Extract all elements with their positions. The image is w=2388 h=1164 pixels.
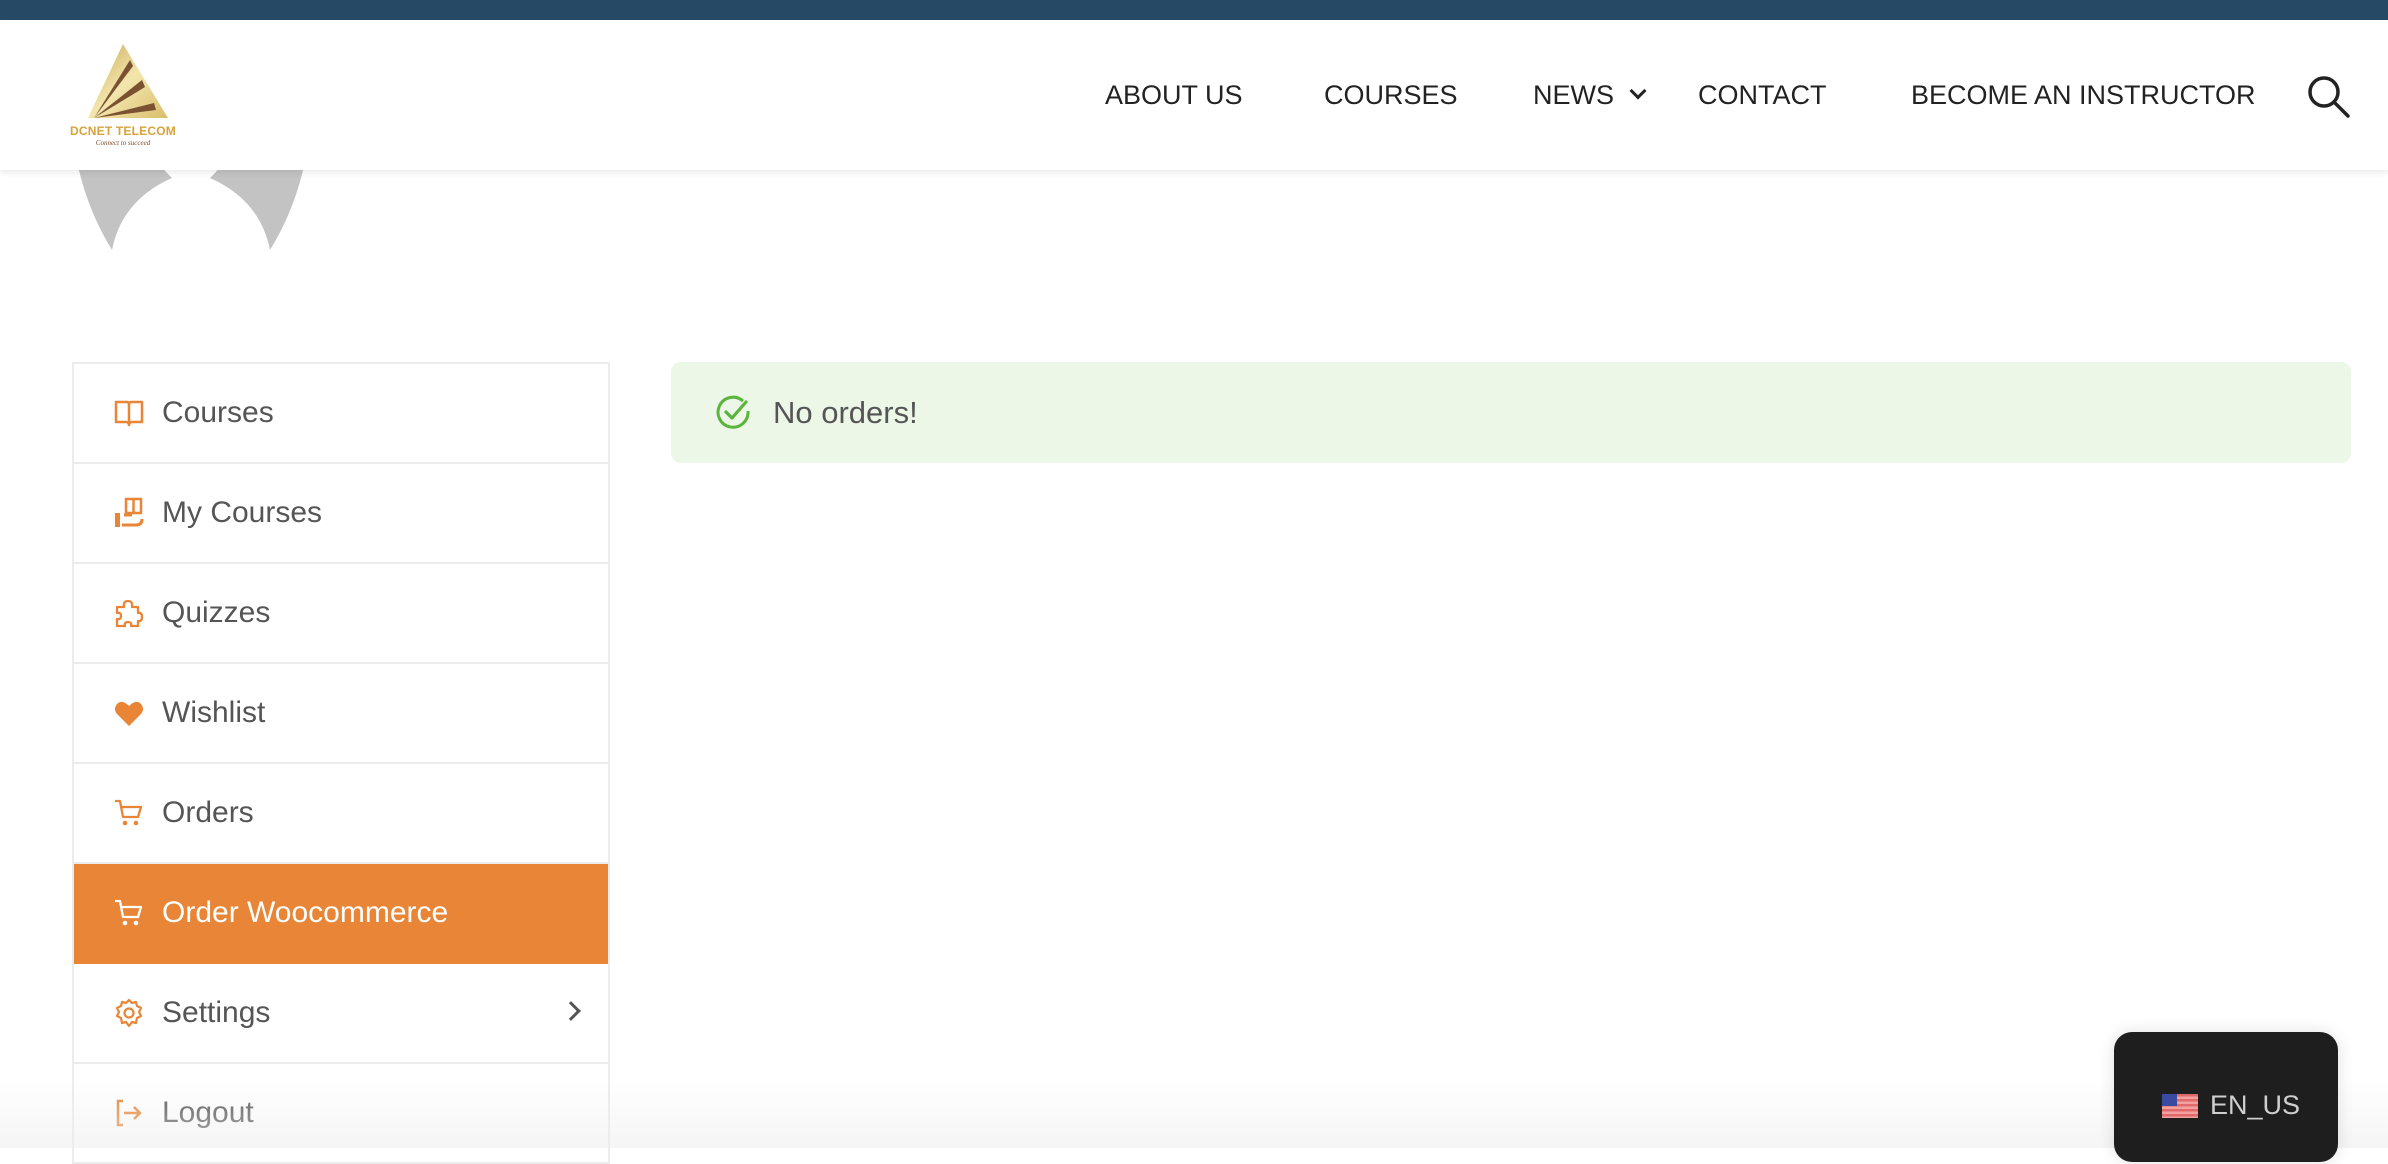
nav-contact-label: CONTACT [1698,79,1827,110]
book-icon [112,396,146,430]
sidebar-item-order-woocommerce[interactable]: Order Woocommerce [74,864,608,964]
sidebar-item-settings[interactable]: Settings [74,964,608,1064]
puzzle-icon [112,596,146,630]
logo-tagline: Connect to succeed [95,139,151,147]
sidebar-item-label: My Courses [162,496,323,529]
nav-courses-label: COURSES [1324,79,1458,110]
account-sidebar: Courses My Courses Quizzes Wishlist Orde… [72,362,610,1164]
top-bar [0,0,2388,20]
nav-news-label: NEWS [1533,79,1614,110]
notice-message: No orders! [773,394,918,430]
chevron-down-icon [1629,82,1647,100]
no-orders-notice: No orders! [671,362,2351,463]
check-circle-icon [715,394,753,432]
sidebar-item-label: Orders [162,796,254,829]
search-button[interactable] [2306,74,2352,120]
sidebar-item-my-courses[interactable]: My Courses [74,464,608,564]
nav-about-us-label: ABOUT US [1105,79,1243,110]
heart-icon [112,696,146,730]
sidebar-item-label: Settings [162,996,271,1029]
nav-become-instructor-label: BECOME AN INSTRUCTOR [1911,79,2256,110]
logout-icon [112,1096,146,1130]
sidebar-item-quizzes[interactable]: Quizzes [74,564,608,664]
my-courses-icon [112,496,146,530]
language-label: EN_US [2210,1090,2301,1120]
chevron-right-icon [561,1001,581,1021]
nav-courses[interactable]: COURSES [1324,20,1458,170]
search-icon [2308,76,2350,118]
sidebar-item-label: Wishlist [162,696,266,729]
sidebar-item-label: Order Woocommerce [162,896,449,929]
nav-news[interactable]: NEWS [1533,20,1647,170]
cart-icon [112,796,146,830]
nav-about-us[interactable]: ABOUT US [1105,20,1243,170]
sidebar-item-label: Courses [162,396,274,429]
sidebar-item-label: Quizzes [162,596,271,629]
language-switcher[interactable]: EN_US [2114,1032,2338,1162]
sidebar-item-orders[interactable]: Orders [74,764,608,864]
gear-icon [112,996,146,1030]
logo-title: DCNET TELECOM [70,124,176,138]
site-header: DCNET TELECOM Connect to succeed ABOUT U… [0,20,2388,170]
sidebar-item-logout[interactable]: Logout [74,1064,608,1164]
site-logo[interactable]: DCNET TELECOM Connect to succeed [70,40,176,150]
cart-icon [112,896,146,930]
nav-contact[interactable]: CONTACT [1698,20,1827,170]
nav-become-instructor[interactable]: BECOME AN INSTRUCTOR [1911,20,2256,170]
sidebar-item-wishlist[interactable]: Wishlist [74,664,608,764]
sidebar-item-courses[interactable]: Courses [74,364,608,464]
us-flag-icon [2162,1094,2198,1118]
logo-triangle-icon [88,44,168,118]
sidebar-item-label: Logout [162,1096,254,1129]
